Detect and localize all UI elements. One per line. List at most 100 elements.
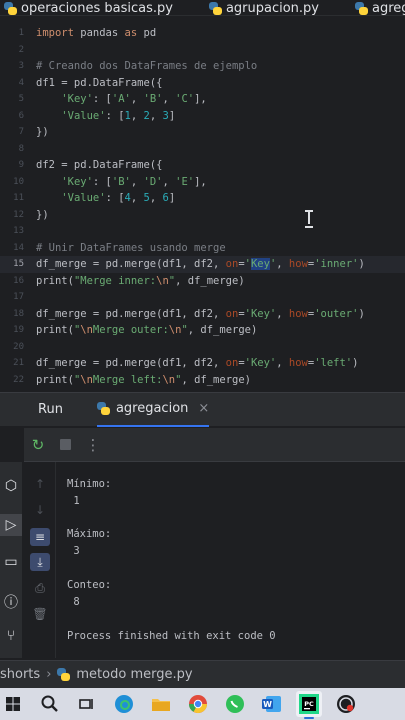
line-number: 13	[13, 226, 24, 237]
breadcrumb-folder[interactable]: shorts	[0, 667, 40, 682]
tab-label: agrupacion.py	[225, 0, 319, 16]
run-panel-header: Run agregacion ×	[0, 392, 405, 427]
code-line[interactable]: 6 'Value': [1, 2, 3]	[0, 108, 405, 125]
code-text: 'Value': [1, 2, 3]	[61, 109, 176, 122]
code-line[interactable]: 13	[0, 223, 405, 240]
code-line[interactable]: 5 'Key': ['A', 'B', 'C'],	[0, 91, 405, 108]
code-line[interactable]: 7 })	[0, 124, 405, 141]
python-packages-icon[interactable]: ⬡	[0, 478, 22, 494]
scroll-down-icon[interactable]: ↓	[30, 501, 50, 519]
output-line: Máximo:	[67, 528, 112, 540]
code-text: print("\nMerge outer:\n", df_merge)	[36, 324, 258, 337]
breadcrumb-file[interactable]: metodo merge.py	[76, 667, 192, 682]
line-number: 9	[18, 160, 24, 171]
code-line[interactable]: 2	[0, 42, 405, 59]
output-line: 3	[67, 545, 80, 557]
line-number: 1	[18, 28, 24, 39]
code-line[interactable]: 18 df_merge = pd.merge(df1, df2, on='Key…	[0, 306, 405, 323]
python-file-icon	[355, 1, 368, 15]
scroll-to-end-icon[interactable]: ⤓	[30, 553, 50, 571]
code-line[interactable]: 17	[0, 289, 405, 306]
code-line[interactable]: 19 print("\nMerge outer:\n", df_merge)	[0, 322, 405, 339]
code-line[interactable]: 8	[0, 141, 405, 158]
output-line: Process finished with exit code 0	[67, 630, 276, 642]
code-line[interactable]: 4 df1 = pd.DataFrame({	[0, 75, 405, 92]
line-number: 6	[18, 110, 24, 121]
trash-icon[interactable]: 🗑	[30, 605, 50, 623]
file-explorer-icon[interactable]	[148, 691, 174, 717]
line-number: 2	[18, 44, 24, 55]
print-icon[interactable]: ⎙	[30, 579, 50, 597]
output-line: Conteo:	[67, 579, 112, 591]
run-tab-label: agregacion	[115, 401, 189, 416]
breadcrumb-separator: ›	[46, 667, 52, 682]
code-text: df_merge = pd.merge(df1, df2, on='Key', …	[36, 357, 359, 370]
code-line[interactable]: 22 print("\nMerge left:\n", df_merge)	[0, 372, 405, 389]
chrome-browser-icon[interactable]	[185, 691, 211, 717]
word-icon[interactable]: W	[259, 691, 285, 717]
obs-recorder-icon[interactable]	[333, 691, 359, 717]
code-line[interactable]: 14 # Unir DataFrames usando merge	[0, 240, 405, 257]
git-icon[interactable]: ⑂	[0, 628, 22, 644]
whatsapp-icon[interactable]	[222, 691, 248, 717]
python-file-icon	[208, 1, 222, 15]
rerun-icon[interactable]: ↻	[30, 436, 46, 454]
code-line[interactable]: 12 })	[0, 207, 405, 224]
edge-browser-icon[interactable]	[111, 691, 137, 717]
task-view-icon[interactable]	[74, 691, 100, 717]
line-number: 7	[18, 127, 24, 138]
editor-tab-operaciones-basicas[interactable]: operaciones basicas.py	[0, 0, 177, 15]
code-line[interactable]: 1 import pandas as pd	[0, 25, 405, 42]
code-text: })	[36, 208, 49, 221]
code-line[interactable]: 20	[0, 339, 405, 356]
code-line[interactable]: 16 print("Merge inner:\n", df_merge)	[0, 273, 405, 290]
terminal-icon[interactable]: ▭	[0, 554, 22, 570]
console-output[interactable]: Mínimo: 1 Máximo: 3 Conteo: 8 Process fi…	[58, 462, 405, 658]
code-comment: # Creando dos DataFrames de ejemplo	[36, 60, 258, 73]
code-text: })	[36, 126, 49, 139]
line-number: 15	[13, 259, 24, 270]
code-text: df1 = pd.DataFrame({	[36, 76, 163, 89]
code-text: 'Value': [4, 5, 6]	[61, 192, 176, 205]
text-cursor-icon	[305, 210, 313, 228]
line-number: 22	[13, 374, 24, 385]
editor-tab-agregacion[interactable]: agregacion	[351, 0, 405, 16]
editor-tab-agrupacion[interactable]: agrupacion.py	[205, 0, 323, 16]
output-line: 1	[67, 495, 80, 507]
stop-icon[interactable]	[60, 439, 71, 450]
svg-text:W: W	[263, 700, 272, 709]
close-icon[interactable]: ×	[198, 401, 209, 416]
soft-wrap-icon[interactable]: ≡	[30, 528, 50, 546]
scroll-up-icon[interactable]: ↑	[30, 475, 50, 493]
line-number: 14	[13, 242, 24, 253]
svg-text:PC: PC	[304, 700, 314, 708]
line-number: 8	[18, 143, 24, 154]
run-tab-agregacion[interactable]: agregacion ×	[96, 393, 210, 427]
code-line[interactable]: 11 'Value': [4, 5, 6]	[0, 190, 405, 207]
line-number: 19	[13, 325, 24, 336]
run-panel-title: Run	[38, 402, 63, 417]
code-line[interactable]: 9 df2 = pd.DataFrame({	[0, 157, 405, 174]
tab-label: agregacion	[372, 0, 405, 16]
code-line[interactable]: 21 df_merge = pd.merge(df1, df2, on='Key…	[0, 355, 405, 372]
left-tool-strip: ⬡ ▷ ▭ ⓘ ⑂	[0, 462, 22, 658]
code-text: print("Merge inner:\n", df_merge)	[36, 274, 245, 287]
code-line[interactable]: 3 # Creando dos DataFrames de ejemplo	[0, 58, 405, 75]
search-icon[interactable]	[37, 691, 63, 717]
code-comment: # Unir DataFrames usando merge	[36, 241, 226, 254]
code-text: import pandas as pd	[36, 27, 157, 40]
pycharm-icon[interactable]: PC	[296, 691, 322, 719]
more-options-icon[interactable]: ⋮	[85, 436, 101, 454]
problems-icon[interactable]: ⓘ	[0, 592, 22, 612]
console-tools: ↑ ↓ ≡ ⤓ ⎙ 🗑	[24, 462, 56, 658]
code-text: 'Key': ['B', 'D', 'E'],	[61, 175, 207, 188]
code-editor[interactable]: 1 import pandas as pd 2 3 # Creando dos …	[0, 17, 405, 389]
windows-taskbar: W PC	[0, 688, 405, 720]
code-line[interactable]: 10 'Key': ['B', 'D', 'E'],	[0, 174, 405, 191]
code-text: 'Key': ['A', 'B', 'C'],	[61, 93, 207, 106]
code-line-current[interactable]: 15 df_merge = pd.merge(df1, df2, on='Key…	[0, 256, 405, 273]
run-tool-icon[interactable]: ▷	[0, 514, 22, 536]
windows-start-icon[interactable]	[0, 691, 26, 717]
line-number: 20	[13, 341, 24, 352]
code-text: df_merge = pd.merge(df1, df2, on='Key', …	[36, 307, 365, 320]
